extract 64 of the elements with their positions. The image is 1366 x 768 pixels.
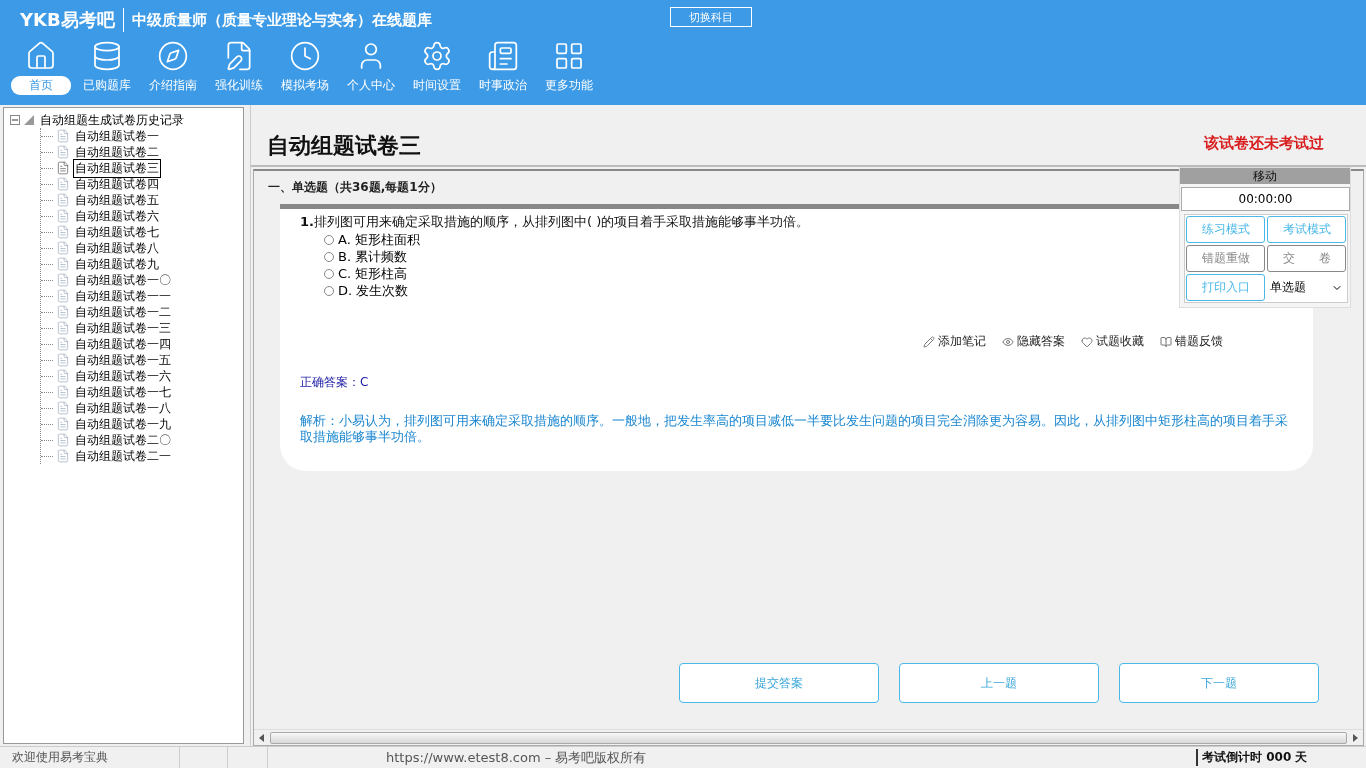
document-icon bbox=[56, 369, 70, 383]
grid-icon[interactable] bbox=[553, 40, 585, 72]
compass-icon[interactable] bbox=[157, 40, 189, 72]
document-icon bbox=[56, 129, 70, 143]
newspaper-icon[interactable] bbox=[487, 40, 519, 72]
document-icon bbox=[56, 161, 70, 175]
radio-button[interactable] bbox=[324, 268, 334, 279]
action-link[interactable]: 错题反馈 bbox=[1160, 333, 1223, 350]
collapse-toggle[interactable] bbox=[10, 115, 20, 125]
explanation-text: 解析：小易认为，排列图可用来确定采取措施的顺序。一般地，把发生率高的项目减低一半要比发生问题的项目完全消除更为容易。因此，从排列图中矩形柱高的项目着手采取措施能够事半功倍。 bbox=[300, 413, 1289, 445]
correct-answer: 正确答案：C bbox=[300, 374, 370, 391]
app-title: 中级质量师（质量专业理论与实务）在线题库 bbox=[130, 10, 432, 30]
radio-button[interactable] bbox=[324, 285, 334, 296]
document-icon bbox=[56, 273, 70, 287]
document-icon bbox=[56, 225, 70, 239]
copyright-text: https://www.etest8.com – 易考吧版权所有 bbox=[385, 748, 648, 767]
action-link[interactable]: 试题收藏 bbox=[1081, 333, 1144, 350]
paper-status: 该试卷还未考试过 bbox=[1204, 134, 1324, 153]
move-handle[interactable]: 移动 bbox=[1180, 168, 1350, 184]
document-icon bbox=[56, 385, 70, 399]
timer-display: 00:00:00 bbox=[1181, 187, 1350, 211]
tree-item[interactable]: 自动组题试卷三 bbox=[73, 158, 161, 178]
home-icon[interactable] bbox=[25, 40, 57, 72]
question-type-select[interactable]: 单选题 bbox=[1266, 273, 1347, 302]
book-icon bbox=[1160, 335, 1172, 348]
pencil-icon bbox=[923, 335, 935, 348]
database-icon[interactable] bbox=[91, 40, 123, 72]
radio-button[interactable] bbox=[324, 234, 334, 245]
document-icon bbox=[56, 257, 70, 271]
document-icon bbox=[56, 321, 70, 335]
paper-title: 自动组题试卷三 bbox=[267, 132, 421, 160]
document-icon bbox=[56, 353, 70, 367]
document-icon bbox=[56, 433, 70, 447]
document-icon bbox=[56, 449, 70, 463]
document-icon bbox=[56, 209, 70, 223]
document-icon bbox=[56, 305, 70, 319]
clock-icon[interactable] bbox=[289, 40, 321, 72]
action-link[interactable]: 隐藏答案 bbox=[1002, 333, 1065, 350]
document-icon bbox=[56, 177, 70, 191]
question-text: 1.排列图可用来确定采取措施的顺序，从排列图中( )的项目着手采取措施能够事半功倍。 bbox=[300, 213, 810, 231]
document-icon bbox=[56, 417, 70, 431]
heart-icon bbox=[1081, 335, 1093, 348]
eye-icon bbox=[1002, 335, 1014, 348]
app-logo: YKB易考吧 bbox=[20, 8, 124, 32]
scroll-left-icon[interactable] bbox=[258, 733, 266, 742]
exam-countdown: 考试倒计时 000 天 bbox=[1196, 749, 1366, 766]
section-heading: 一、单选题（共36题,每题1分） bbox=[268, 179, 442, 196]
document-icon bbox=[56, 289, 70, 303]
action-link[interactable]: 添加笔记 bbox=[923, 333, 986, 350]
option-label: D. 发生次数 bbox=[338, 281, 409, 300]
document-icon bbox=[56, 241, 70, 255]
document-icon bbox=[56, 401, 70, 415]
document-icon bbox=[56, 193, 70, 207]
scroll-right-icon[interactable] bbox=[1351, 733, 1359, 742]
triangle-icon bbox=[24, 115, 34, 125]
document-icon bbox=[56, 145, 70, 159]
scrollbar-thumb[interactable] bbox=[270, 731, 1347, 744]
option-label: B. 累计频数 bbox=[338, 247, 408, 266]
document-icon bbox=[56, 337, 70, 351]
settings-icon[interactable] bbox=[421, 40, 453, 72]
welcome-text: 欢迎使用易考宝典 bbox=[0, 747, 180, 768]
radio-button[interactable] bbox=[324, 251, 334, 262]
option-label: A. 矩形柱面积 bbox=[338, 230, 420, 249]
option-label: C. 矩形柱高 bbox=[338, 264, 408, 283]
